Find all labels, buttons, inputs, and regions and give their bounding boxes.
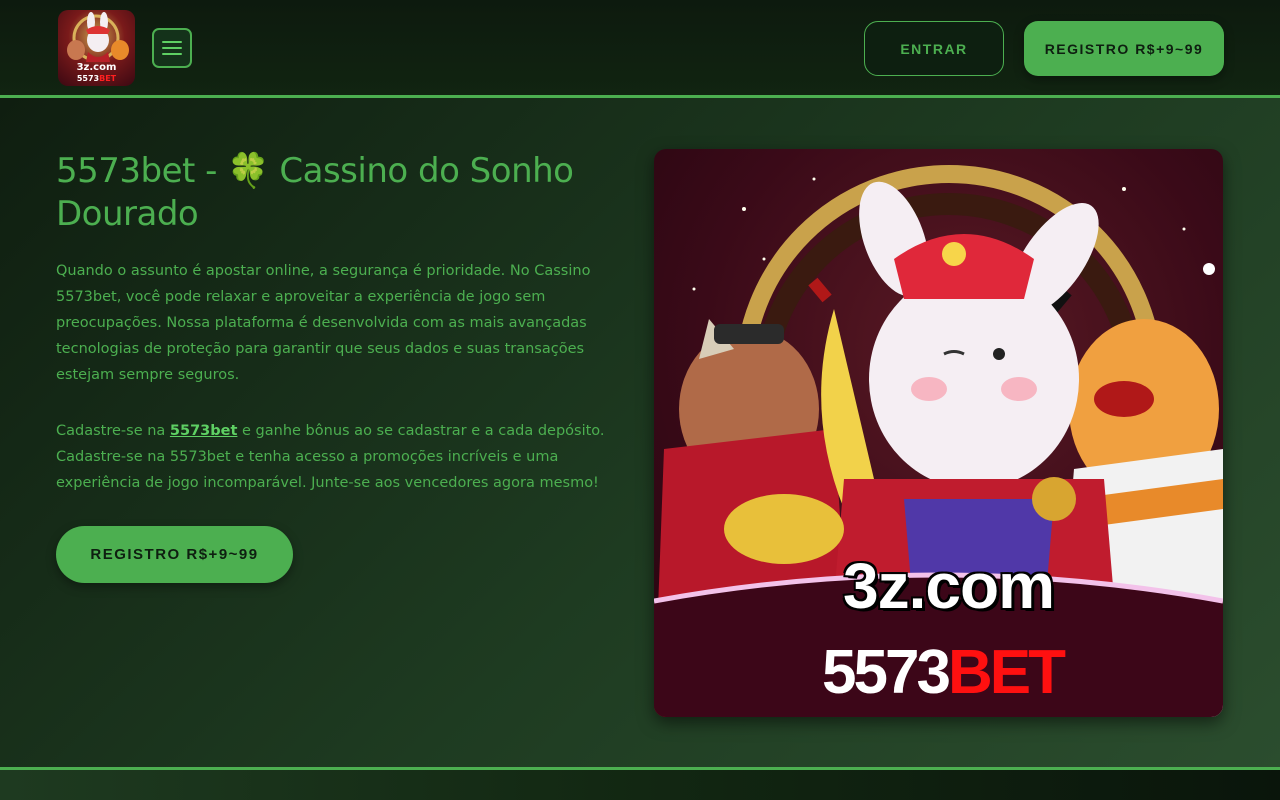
hero-brand-red: BET — [947, 638, 1066, 707]
hero-brand-white: 5573 — [822, 638, 951, 707]
main-content: 5573bet - 🍀 Cassino do Sonho Dourado Qua… — [0, 98, 1280, 767]
brand-link[interactable]: 5573bet — [170, 423, 238, 439]
hamburger-menu-icon-bar — [162, 53, 182, 55]
hero-brand-text: 5573BET — [654, 637, 1223, 708]
footer-divider — [0, 767, 1280, 800]
hero-mascot-illustration — [654, 165, 1223, 717]
logo-brand-white: 5573 — [76, 74, 100, 83]
logo-brand-red: BET — [99, 74, 117, 83]
hamburger-menu-icon-bar — [162, 41, 182, 43]
hamburger-menu-icon-bar — [162, 47, 182, 49]
signup-paragraph-prefix: Cadastre-se na — [56, 423, 170, 439]
page-title: 5573bet - 🍀 Cassino do Sonho Dourado — [56, 151, 574, 234]
site-header: 3z.com 5573BET ENTRAR REGISTRO R$+9~99 — [0, 0, 1280, 98]
signup-paragraph: Cadastre-se na 5573bet e ganhe bônus ao … — [56, 418, 626, 496]
intro-paragraph: Quando o assunto é apostar online, a seg… — [56, 263, 591, 383]
register-cta-button[interactable]: REGISTRO R$+9~99 — [56, 526, 293, 583]
site-logo[interactable]: 3z.com 5573BET — [58, 10, 135, 86]
logo-brand-text: 5573BET — [58, 74, 135, 83]
logo-domain-text: 3z.com — [76, 62, 117, 73]
hero-domain-text: 3z.com — [843, 550, 1055, 622]
register-button-header[interactable]: REGISTRO R$+9~99 — [1024, 21, 1224, 76]
hamburger-menu-button[interactable] — [152, 28, 192, 68]
hero-banner-image: 3z.com 5573BET — [654, 149, 1223, 717]
login-button[interactable]: ENTRAR — [864, 21, 1004, 76]
